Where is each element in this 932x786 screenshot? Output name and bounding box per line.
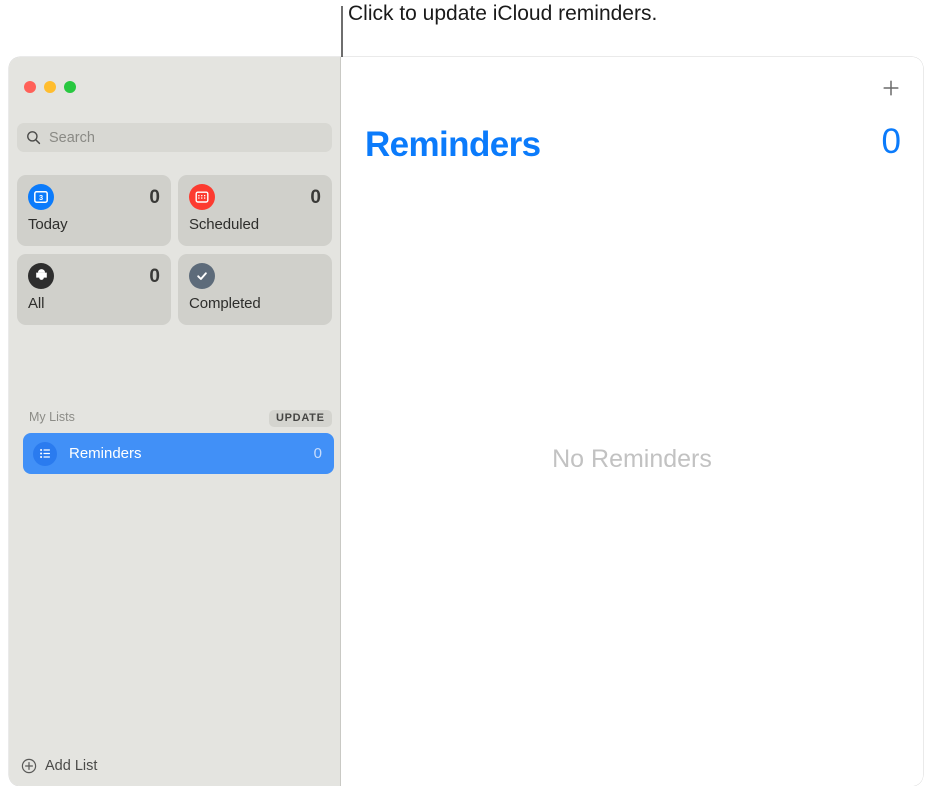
zoom-button[interactable] (64, 81, 76, 93)
add-reminder-button[interactable] (880, 77, 902, 99)
smart-list-scheduled-count: 0 (310, 186, 321, 208)
add-list-label: Add List (45, 758, 98, 774)
bulleted-list-icon (33, 441, 57, 466)
window-controls (24, 81, 76, 93)
reminder-count: 0 (881, 122, 901, 161)
smart-list-completed-label: Completed (189, 295, 261, 312)
smart-list-all[interactable]: 0 All (17, 254, 171, 325)
inbox-tray-icon (28, 263, 54, 289)
smart-list-today-top: 3 0 (28, 184, 160, 210)
minimize-button[interactable] (44, 81, 56, 93)
search-input[interactable]: Search (17, 123, 332, 152)
smart-list-scheduled-top: 0 (189, 184, 321, 210)
sidebar: Search 3 0 Today 0 Scheduled 0 All Compl… (9, 57, 341, 786)
smart-list-all-count: 0 (149, 265, 160, 287)
smart-list-scheduled-label: Scheduled (189, 216, 259, 233)
smart-list-today[interactable]: 3 0 Today (17, 175, 171, 246)
search-icon (27, 131, 41, 145)
smart-list-all-top: 0 (28, 263, 160, 289)
smart-list-completed-top (189, 263, 321, 289)
calendar-day-icon: 3 (28, 184, 54, 210)
my-lists-header: My Lists (29, 410, 75, 424)
smart-list-scheduled[interactable]: 0 Scheduled (178, 175, 332, 246)
list-item-reminders-count: 0 (313, 445, 322, 462)
page-title: Reminders (365, 125, 541, 164)
list-item-reminders[interactable]: Reminders 0 (23, 433, 334, 474)
detail-pane: Reminders 0 No Reminders (341, 57, 923, 786)
checkmark-icon (189, 263, 215, 289)
svg-text:3: 3 (39, 193, 43, 202)
smart-list-completed[interactable]: Completed (178, 254, 332, 325)
search-placeholder: Search (49, 129, 95, 146)
smart-list-today-label: Today (28, 216, 68, 233)
close-button[interactable] (24, 81, 36, 93)
smart-lists-grid: 3 0 Today 0 Scheduled 0 All Completed (17, 175, 332, 325)
update-button[interactable]: UPDATE (269, 410, 332, 427)
plus-icon (883, 80, 899, 96)
list-item-reminders-label: Reminders (69, 445, 142, 462)
smart-list-today-count: 0 (149, 186, 160, 208)
smart-list-all-label: All (28, 295, 45, 312)
callout-text: Click to update iCloud reminders. (348, 2, 658, 25)
reminders-window: Search 3 0 Today 0 Scheduled 0 All Compl… (9, 57, 923, 786)
plus-circle-icon (21, 758, 37, 774)
calendar-icon (189, 184, 215, 210)
add-list-button[interactable]: Add List (21, 758, 97, 774)
empty-state-message: No Reminders (552, 445, 712, 473)
